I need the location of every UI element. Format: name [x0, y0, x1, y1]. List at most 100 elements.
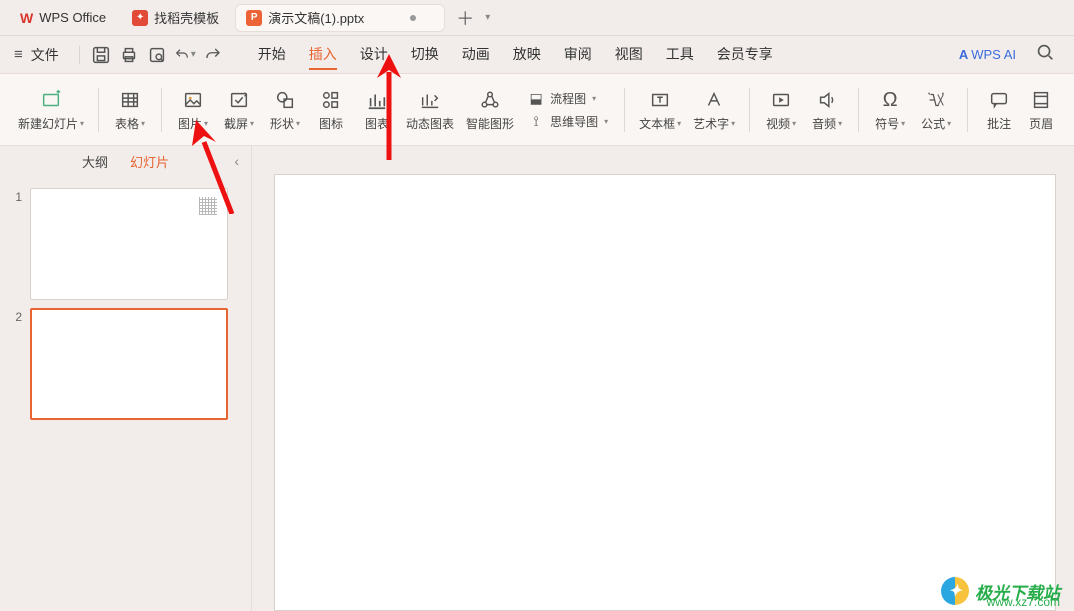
tab-tools[interactable]: 工具	[666, 40, 694, 70]
tab-insert[interactable]: 插入	[309, 40, 337, 70]
main-area: 大纲 幻灯片 ‹ 1 2	[0, 146, 1074, 611]
formula-icon	[925, 87, 947, 113]
watermark-logo-icon: ✦	[941, 577, 969, 605]
menu-tabs: 开始 插入 设计 切换 动画 放映 审阅 视图 工具 会员专享	[258, 40, 773, 70]
title-bar: W WPS Office ✦ 找稻壳模板 P 演示文稿(1).pptx ＋ ▾	[0, 0, 1074, 36]
picture-icon	[182, 87, 204, 113]
new-tab-button[interactable]: ＋	[451, 4, 479, 32]
header-footer-icon	[1030, 87, 1052, 113]
header-footer-button[interactable]: 页眉	[1022, 83, 1060, 136]
icon-button[interactable]: 图标	[308, 83, 354, 136]
divider	[79, 46, 80, 64]
template-tab-label: 找稻壳模板	[154, 8, 219, 27]
header-footer-label: 页眉	[1029, 115, 1053, 132]
screenshot-button[interactable]: 截屏▾	[216, 83, 262, 136]
wps-ai-label: WPS AI	[971, 47, 1016, 62]
chart-icon	[366, 87, 388, 113]
slide-canvas[interactable]	[274, 174, 1056, 611]
chart-label: 图表	[365, 115, 389, 132]
mindmap-icon: ⟟	[528, 113, 544, 130]
mindmap-button[interactable]: ⟟ 思维导图 ▾	[528, 113, 608, 130]
presentation-file-icon: P	[246, 10, 262, 26]
wps-ai-button[interactable]: A WPS AI	[959, 47, 1016, 62]
tab-view[interactable]: 视图	[615, 40, 643, 70]
undo-icon[interactable]: ▾	[174, 44, 196, 66]
tab-overflow-chevron-icon[interactable]: ▾	[485, 12, 490, 23]
table-icon	[119, 87, 141, 113]
icon-label: 图标	[319, 115, 343, 132]
wps-logo-icon: W	[20, 10, 33, 26]
dynamic-chart-icon	[419, 87, 441, 113]
app-name-tab[interactable]: W WPS Office	[10, 4, 116, 32]
screenshot-label: 截屏	[224, 115, 248, 132]
dynamic-chart-label: 动态图表	[406, 115, 454, 132]
wordart-button[interactable]: 艺术字▾	[687, 83, 741, 136]
tab-animation[interactable]: 动画	[462, 40, 490, 70]
slides-tab[interactable]: 幻灯片	[130, 152, 169, 171]
picture-button[interactable]: 图片▾	[170, 83, 216, 136]
slide-thumbnail[interactable]	[30, 308, 228, 420]
flowchart-label: 流程图	[550, 90, 586, 107]
slide-thumb-1[interactable]: 1	[0, 184, 251, 304]
template-tab[interactable]: ✦ 找稻壳模板	[122, 4, 229, 32]
tab-review[interactable]: 审阅	[564, 40, 592, 70]
outline-tab[interactable]: 大纲	[82, 152, 108, 171]
flowchart-button[interactable]: ⬓ 流程图 ▾	[528, 90, 608, 107]
mindmap-label: 思维导图	[550, 113, 598, 130]
print-icon[interactable]	[118, 44, 140, 66]
tab-slideshow[interactable]: 放映	[513, 40, 541, 70]
textbox-icon	[649, 87, 671, 113]
video-icon	[770, 87, 792, 113]
symbol-button[interactable]: Ω 符号▾	[867, 83, 913, 136]
comment-button[interactable]: 批注	[976, 83, 1022, 136]
dynamic-chart-button[interactable]: 动态图表	[400, 83, 460, 136]
formula-label: 公式	[921, 115, 945, 132]
table-button[interactable]: 表格▾	[107, 83, 153, 136]
tab-home[interactable]: 开始	[258, 40, 286, 70]
slide-thumbnail[interactable]	[30, 188, 228, 300]
search-icon[interactable]	[1034, 41, 1056, 68]
slide-panel: 大纲 幻灯片 ‹ 1 2	[0, 146, 252, 611]
save-icon[interactable]	[90, 44, 112, 66]
table-label: 表格	[115, 115, 139, 132]
icon-lib-icon	[320, 87, 342, 113]
slide-panel-tabs: 大纲 幻灯片 ‹	[0, 146, 251, 176]
tab-design[interactable]: 设计	[360, 40, 388, 70]
file-menu[interactable]: 文件	[31, 45, 59, 65]
smart-shape-label: 智能图形	[466, 115, 514, 132]
audio-button[interactable]: 音频▾	[804, 83, 850, 136]
formula-button[interactable]: 公式▾	[913, 83, 959, 136]
menu-bar: ≡ 文件 ▾ 开始 插入 设计 切换 动画 放映 审阅 视图 工具 会员专享 A…	[0, 36, 1074, 74]
tab-transition[interactable]: 切换	[411, 40, 439, 70]
chart-button[interactable]: 图表	[354, 83, 400, 136]
separator	[624, 88, 625, 132]
docer-logo-icon: ✦	[132, 10, 148, 26]
wordart-label: 艺术字	[693, 115, 729, 132]
tab-vip[interactable]: 会员专享	[717, 40, 773, 70]
smart-shape-button[interactable]: 智能图形	[460, 83, 520, 136]
comment-icon	[988, 87, 1010, 113]
symbol-label: 符号	[875, 115, 899, 132]
textbox-button[interactable]: 文本框▾	[633, 83, 687, 136]
audio-icon	[816, 87, 838, 113]
collapse-panel-icon[interactable]: ‹	[234, 153, 239, 169]
document-tab[interactable]: P 演示文稿(1).pptx	[235, 4, 445, 32]
separator	[98, 88, 99, 132]
print-preview-icon[interactable]	[146, 44, 168, 66]
video-button[interactable]: 视频▾	[758, 83, 804, 136]
slide-thumb-2[interactable]: 2	[0, 304, 251, 424]
comment-label: 批注	[987, 115, 1011, 132]
separator	[858, 88, 859, 132]
new-slide-button[interactable]: 新建幻灯片▾	[12, 83, 90, 136]
redo-icon[interactable]	[202, 44, 224, 66]
separator	[161, 88, 162, 132]
audio-label: 音频	[812, 115, 836, 132]
ribbon-toolbar: 新建幻灯片▾ 表格▾ 图片▾ 截屏▾ 形状▾ 图标	[0, 74, 1074, 146]
hamburger-icon[interactable]: ≡	[14, 46, 23, 63]
watermark-url: www.xz7.com	[987, 595, 1060, 609]
picture-label: 图片	[178, 115, 202, 132]
qr-placeholder-icon	[199, 197, 217, 215]
shape-button[interactable]: 形状▾	[262, 83, 308, 136]
new-slide-icon	[40, 87, 62, 113]
watermark: ✦ 极光下载站 www.xz7.com	[874, 555, 1074, 611]
